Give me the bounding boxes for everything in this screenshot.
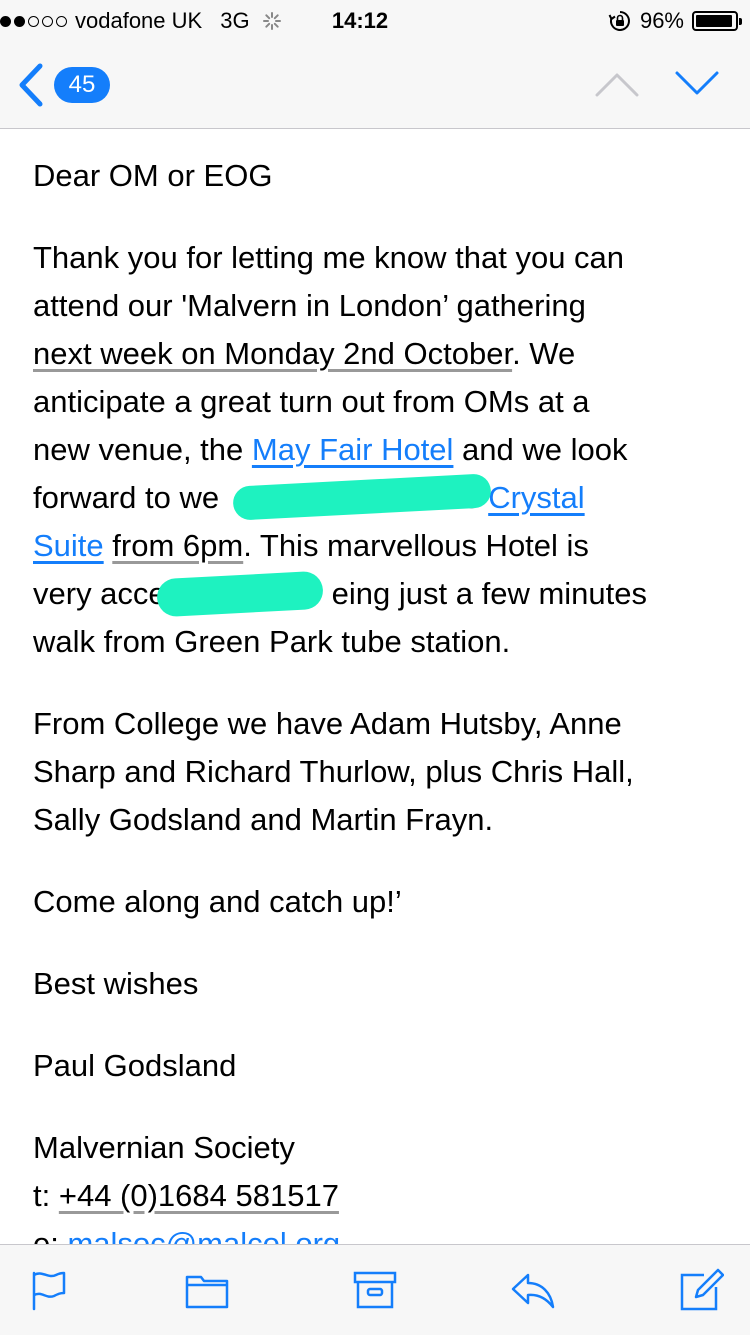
battery-icon	[692, 11, 742, 31]
text-line: next week on Monday 2nd October. We	[33, 330, 723, 378]
email-line: e: malsoc@malcol.org	[33, 1220, 723, 1244]
folder-icon[interactable]	[184, 1267, 230, 1313]
may-fair-hotel-link[interactable]: May Fair Hotel	[252, 432, 454, 467]
text-line: very acce eing just a few minutes	[33, 570, 723, 618]
chevron-up-icon[interactable]	[594, 70, 640, 98]
text-fragment: forward to we	[33, 480, 220, 515]
phone-link[interactable]: +44 (0)1684 581517	[59, 1178, 339, 1213]
text-line: Thank you for letting me know that you c…	[33, 240, 625, 275]
email-address-link[interactable]: malsoc@malcol.org	[67, 1226, 340, 1244]
text-fragment: . This marvellous Hotel is	[243, 528, 589, 563]
phone-label: t:	[33, 1178, 59, 1213]
battery-percent: 96%	[639, 8, 684, 33]
organisation-name: Malvernian Society	[33, 1130, 295, 1165]
text-line: anticipate a great turn out from OMs at …	[33, 384, 590, 419]
email-paragraph-3: Come along and catch up!’	[33, 884, 402, 919]
text-line: Sally Godsland and Martin Frayn.	[33, 802, 494, 837]
text-fragment: new venue, the	[33, 432, 252, 467]
email-body: Dear OM or EOG Thank you for letting me …	[33, 128, 723, 1244]
crystal-suite-link[interactable]: Crystal	[488, 480, 584, 515]
navigation-bar: 45	[0, 40, 750, 129]
clock: 14:12	[331, 8, 389, 33]
crystal-suite-link-continued[interactable]: Suite	[33, 528, 104, 563]
unread-count-badge[interactable]: 45	[54, 67, 110, 103]
email-paragraph-1: Thank you for letting me know that you c…	[33, 234, 723, 666]
text-line: attend our 'Malvern in London’ gathering	[33, 288, 586, 323]
flag-icon[interactable]	[26, 1267, 72, 1313]
chevron-left-icon[interactable]	[14, 62, 48, 108]
text-line: From College we have Adam Hutsby, Anne	[33, 706, 622, 741]
bottom-toolbar	[0, 1244, 750, 1335]
chevron-down-icon[interactable]	[674, 70, 720, 98]
archive-icon[interactable]	[352, 1267, 398, 1313]
email-label: e:	[33, 1226, 68, 1244]
text-line: walk from Green Park tube station.	[33, 624, 511, 659]
text-fragment: very acce	[33, 576, 166, 611]
reply-icon[interactable]	[510, 1267, 556, 1313]
text-fragment: eing just a few minutes	[331, 576, 647, 611]
event-date-link[interactable]: next week on Monday 2nd October	[33, 336, 512, 371]
text-line: Suite from 6pm. This marvellous Hotel is	[33, 522, 723, 570]
sender-name: Paul Godsland	[33, 1048, 237, 1083]
signature-block: Malvernian Society t: +44 (0)1684 581517…	[33, 1124, 723, 1244]
text-fragment: . We	[512, 336, 576, 371]
status-bar: vodafone UK 3G 14:12 96%	[0, 0, 750, 40]
text-line: Sharp and Richard Thurlow, plus Chris Ha…	[33, 754, 634, 789]
event-time-link[interactable]: from 6pm	[112, 528, 243, 563]
compose-icon[interactable]	[678, 1267, 724, 1313]
email-greeting: Dear OM or EOG	[33, 158, 273, 193]
text-line: new venue, the May Fair Hotel and we loo…	[33, 426, 723, 474]
text-fragment: and we look	[453, 432, 628, 467]
battery-level	[696, 15, 733, 27]
status-bar-right: 96%	[608, 8, 742, 34]
closing: Best wishes	[33, 966, 199, 1001]
phone-line: t: +44 (0)1684 581517	[33, 1172, 723, 1220]
email-paragraph-2: From College we have Adam Hutsby, Anne S…	[33, 700, 723, 844]
orientation-lock-icon	[608, 11, 630, 31]
